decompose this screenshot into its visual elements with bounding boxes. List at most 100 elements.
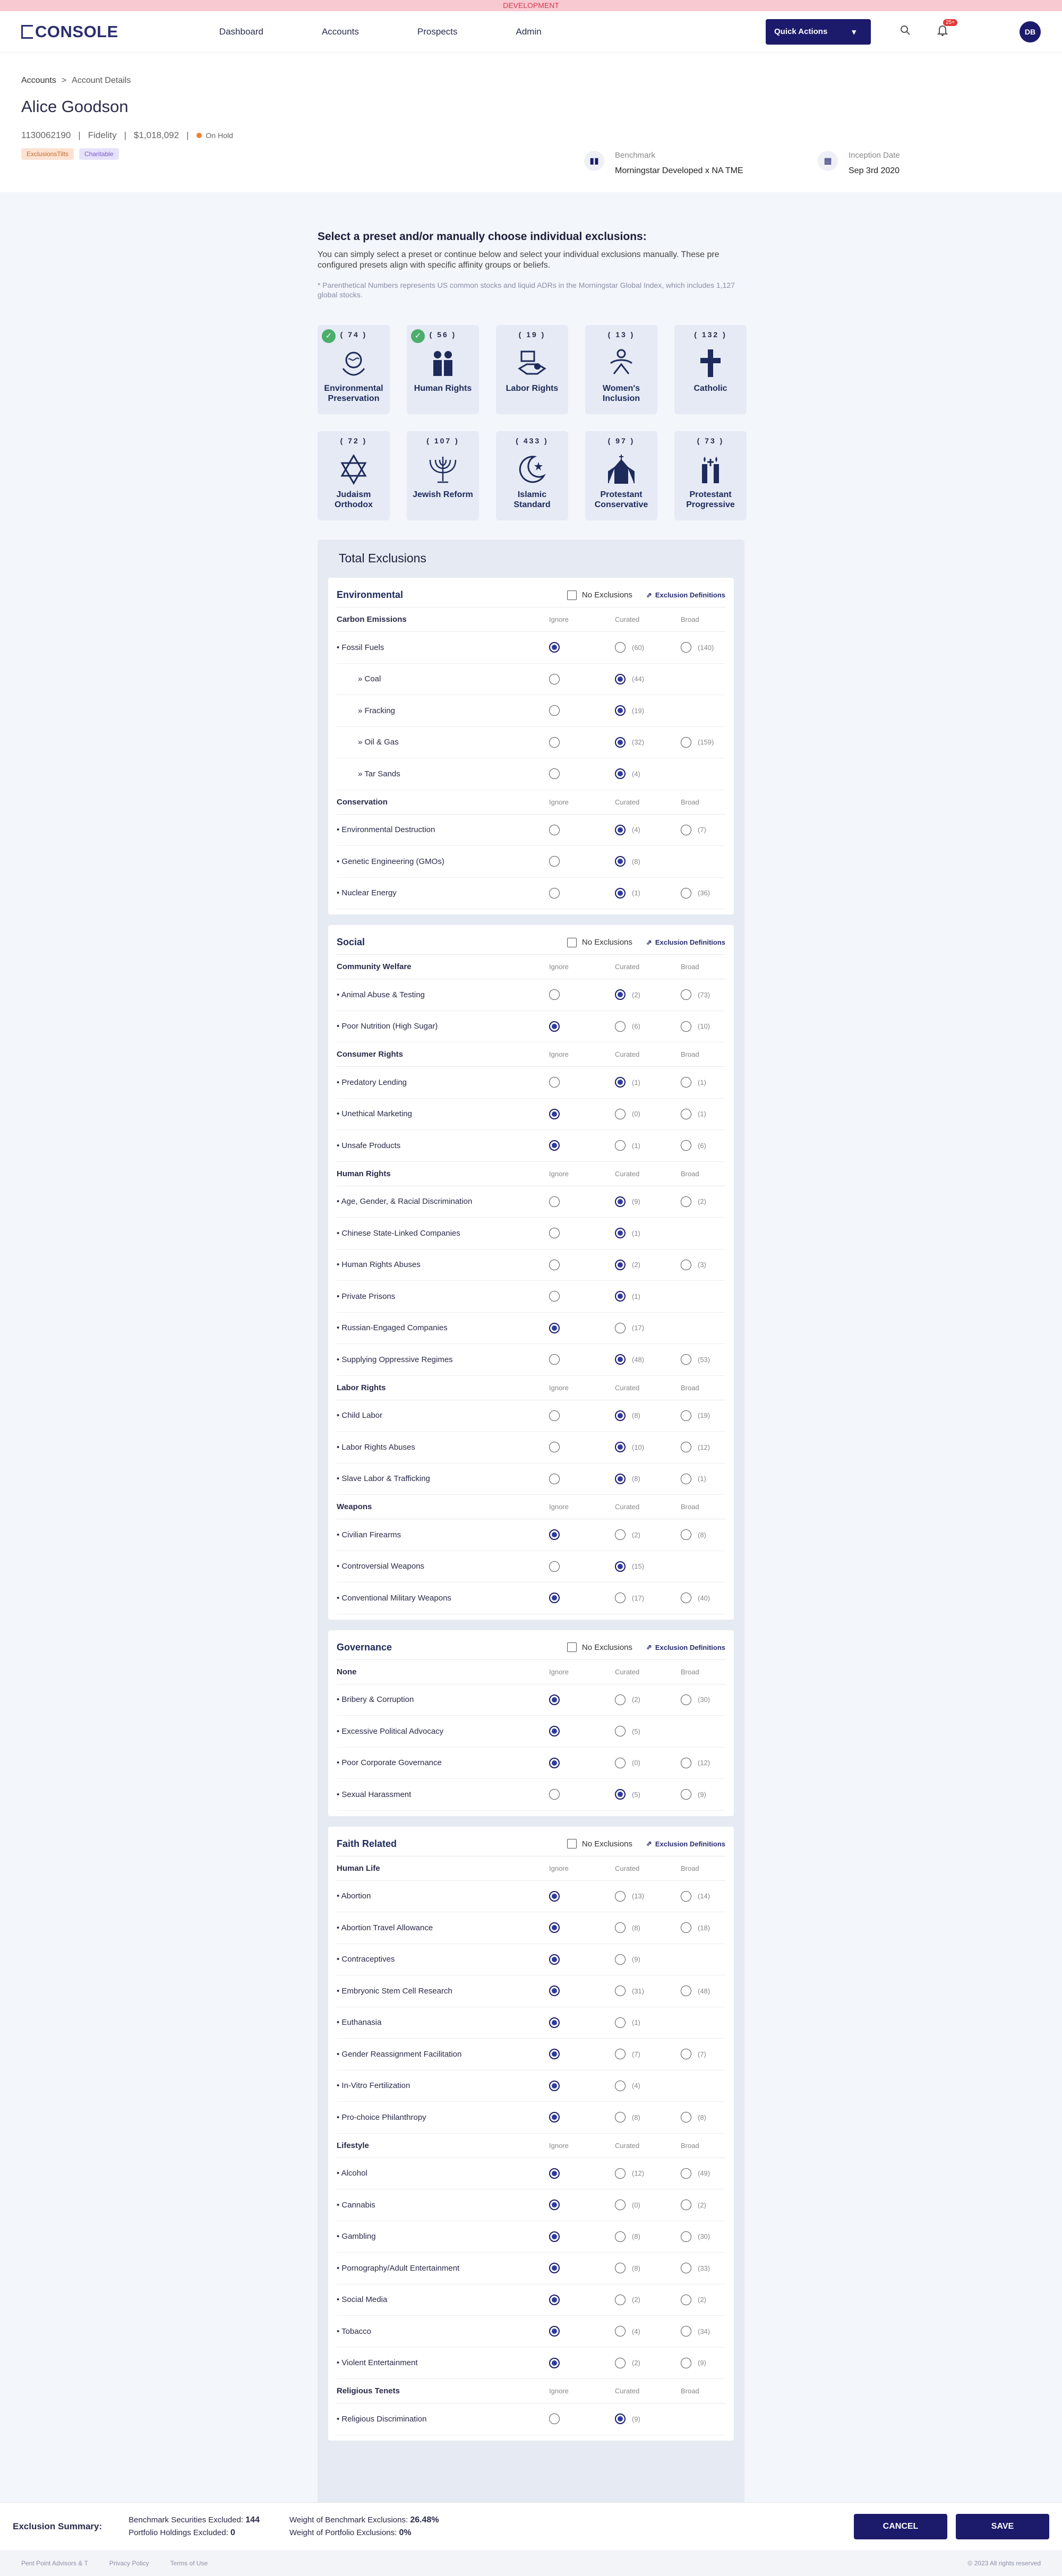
broad-radio[interactable] bbox=[681, 1410, 691, 1421]
nav-item-accounts[interactable]: Accounts bbox=[322, 27, 359, 37]
no-exclusions-toggle[interactable]: No Exclusions bbox=[567, 590, 632, 600]
ignore-radio[interactable] bbox=[549, 673, 560, 684]
ignore-radio[interactable] bbox=[549, 1529, 560, 1541]
cancel-button[interactable]: CANCEL bbox=[854, 2513, 947, 2539]
broad-radio[interactable] bbox=[681, 1694, 691, 1705]
broad-radio[interactable] bbox=[681, 1021, 691, 1032]
nav-item-dashboard[interactable]: Dashboard bbox=[219, 27, 263, 37]
ignore-radio[interactable] bbox=[549, 2326, 560, 2337]
exclusion-definitions-link[interactable]: ⇗ Exclusion Definitions bbox=[646, 1839, 725, 1848]
exclusion-definitions-link[interactable]: ⇗ Exclusion Definitions bbox=[646, 938, 725, 947]
ignore-radio[interactable] bbox=[549, 1021, 560, 1032]
curated-radio[interactable] bbox=[615, 1196, 626, 1207]
broad-radio[interactable] bbox=[681, 642, 691, 653]
checkbox[interactable] bbox=[567, 1839, 577, 1848]
bell-icon[interactable]: 25+ bbox=[929, 19, 957, 39]
broad-radio[interactable] bbox=[681, 1354, 691, 1365]
no-exclusions-toggle[interactable]: No Exclusions bbox=[567, 937, 632, 947]
curated-radio[interactable] bbox=[615, 1021, 626, 1032]
ignore-radio[interactable] bbox=[549, 1789, 560, 1800]
curated-radio[interactable] bbox=[615, 2326, 626, 2337]
curated-radio[interactable] bbox=[615, 887, 626, 898]
broad-radio[interactable] bbox=[681, 989, 691, 1000]
broad-radio[interactable] bbox=[681, 2357, 691, 2368]
curated-radio[interactable] bbox=[615, 737, 626, 748]
curated-radio[interactable] bbox=[615, 1473, 626, 1484]
ignore-radio[interactable] bbox=[549, 1922, 560, 1933]
preset-card-labor-rights[interactable]: ( 19 ) Labor Rights bbox=[496, 325, 568, 414]
nav-item-prospects[interactable]: Prospects bbox=[417, 27, 458, 37]
broad-radio[interactable] bbox=[681, 1757, 691, 1768]
curated-radio[interactable] bbox=[615, 1108, 626, 1119]
curated-radio[interactable] bbox=[615, 2231, 626, 2242]
curated-radio[interactable] bbox=[615, 1354, 626, 1365]
no-exclusions-toggle[interactable]: No Exclusions bbox=[567, 1839, 632, 1848]
preset-card-protestant-progressive[interactable]: ( 73 ) Protestant Progressive bbox=[674, 431, 747, 520]
broad-radio[interactable] bbox=[681, 1140, 691, 1151]
broad-radio[interactable] bbox=[681, 1529, 691, 1541]
broad-radio[interactable] bbox=[681, 2112, 691, 2123]
curated-radio[interactable] bbox=[615, 2017, 626, 2028]
ignore-radio[interactable] bbox=[549, 1196, 560, 1207]
curated-radio[interactable] bbox=[615, 1922, 626, 1933]
ignore-radio[interactable] bbox=[549, 887, 560, 898]
quick-actions-button[interactable]: Quick Actions ▾ bbox=[766, 19, 871, 45]
save-button[interactable]: SAVE bbox=[956, 2513, 1049, 2539]
preset-card-human-rights[interactable]: ✓( 56 ) Human Rights bbox=[407, 325, 479, 414]
broad-radio[interactable] bbox=[681, 1077, 691, 1088]
exclusion-definitions-link[interactable]: ⇗ Exclusion Definitions bbox=[646, 1643, 725, 1651]
broad-radio[interactable] bbox=[681, 1473, 691, 1484]
curated-radio[interactable] bbox=[615, 1593, 626, 1604]
curated-radio[interactable] bbox=[615, 1694, 626, 1705]
exclusion-definitions-link[interactable]: ⇗ Exclusion Definitions bbox=[646, 591, 725, 600]
curated-radio[interactable] bbox=[615, 1561, 626, 1572]
curated-radio[interactable] bbox=[615, 768, 626, 780]
ignore-radio[interactable] bbox=[549, 1473, 560, 1484]
ignore-radio[interactable] bbox=[549, 2200, 560, 2211]
ignore-radio[interactable] bbox=[549, 1757, 560, 1768]
curated-radio[interactable] bbox=[615, 1140, 626, 1151]
ignore-radio[interactable] bbox=[549, 1410, 560, 1421]
breadcrumb-accounts[interactable]: Accounts bbox=[21, 76, 56, 85]
broad-radio[interactable] bbox=[681, 1442, 691, 1453]
curated-radio[interactable] bbox=[615, 1291, 626, 1302]
curated-radio[interactable] bbox=[615, 1757, 626, 1768]
curated-radio[interactable] bbox=[615, 2414, 626, 2425]
ignore-radio[interactable] bbox=[549, 1726, 560, 1737]
footer-link[interactable]: Privacy Policy bbox=[109, 2560, 149, 2567]
curated-radio[interactable] bbox=[615, 1259, 626, 1270]
curated-radio[interactable] bbox=[615, 2112, 626, 2123]
ignore-radio[interactable] bbox=[549, 1354, 560, 1365]
broad-radio[interactable] bbox=[681, 2049, 691, 2060]
curated-radio[interactable] bbox=[615, 856, 626, 867]
ignore-radio[interactable] bbox=[549, 705, 560, 716]
broad-radio[interactable] bbox=[681, 2231, 691, 2242]
broad-radio[interactable] bbox=[681, 824, 691, 835]
curated-radio[interactable] bbox=[615, 2200, 626, 2211]
curated-radio[interactable] bbox=[615, 1410, 626, 1421]
ignore-radio[interactable] bbox=[549, 2294, 560, 2305]
footer-link[interactable]: Pent Point Advisors & T bbox=[21, 2560, 88, 2567]
ignore-radio[interactable] bbox=[549, 824, 560, 835]
broad-radio[interactable] bbox=[681, 2200, 691, 2211]
broad-radio[interactable] bbox=[681, 1593, 691, 1604]
ignore-radio[interactable] bbox=[549, 737, 560, 748]
broad-radio[interactable] bbox=[681, 2294, 691, 2305]
ignore-radio[interactable] bbox=[549, 1291, 560, 1302]
ignore-radio[interactable] bbox=[549, 2414, 560, 2425]
ignore-radio[interactable] bbox=[549, 1442, 560, 1453]
ignore-radio[interactable] bbox=[549, 1322, 560, 1333]
ignore-radio[interactable] bbox=[549, 2168, 560, 2179]
ignore-radio[interactable] bbox=[549, 989, 560, 1000]
curated-radio[interactable] bbox=[615, 1529, 626, 1541]
ignore-radio[interactable] bbox=[549, 768, 560, 780]
broad-radio[interactable] bbox=[681, 2168, 691, 2179]
ignore-radio[interactable] bbox=[549, 1259, 560, 1270]
checkbox[interactable] bbox=[567, 937, 577, 947]
curated-radio[interactable] bbox=[615, 2168, 626, 2179]
curated-radio[interactable] bbox=[615, 1954, 626, 1965]
ignore-radio[interactable] bbox=[549, 1228, 560, 1239]
broad-radio[interactable] bbox=[681, 887, 691, 898]
curated-radio[interactable] bbox=[615, 2357, 626, 2368]
ignore-radio[interactable] bbox=[549, 1890, 560, 1902]
